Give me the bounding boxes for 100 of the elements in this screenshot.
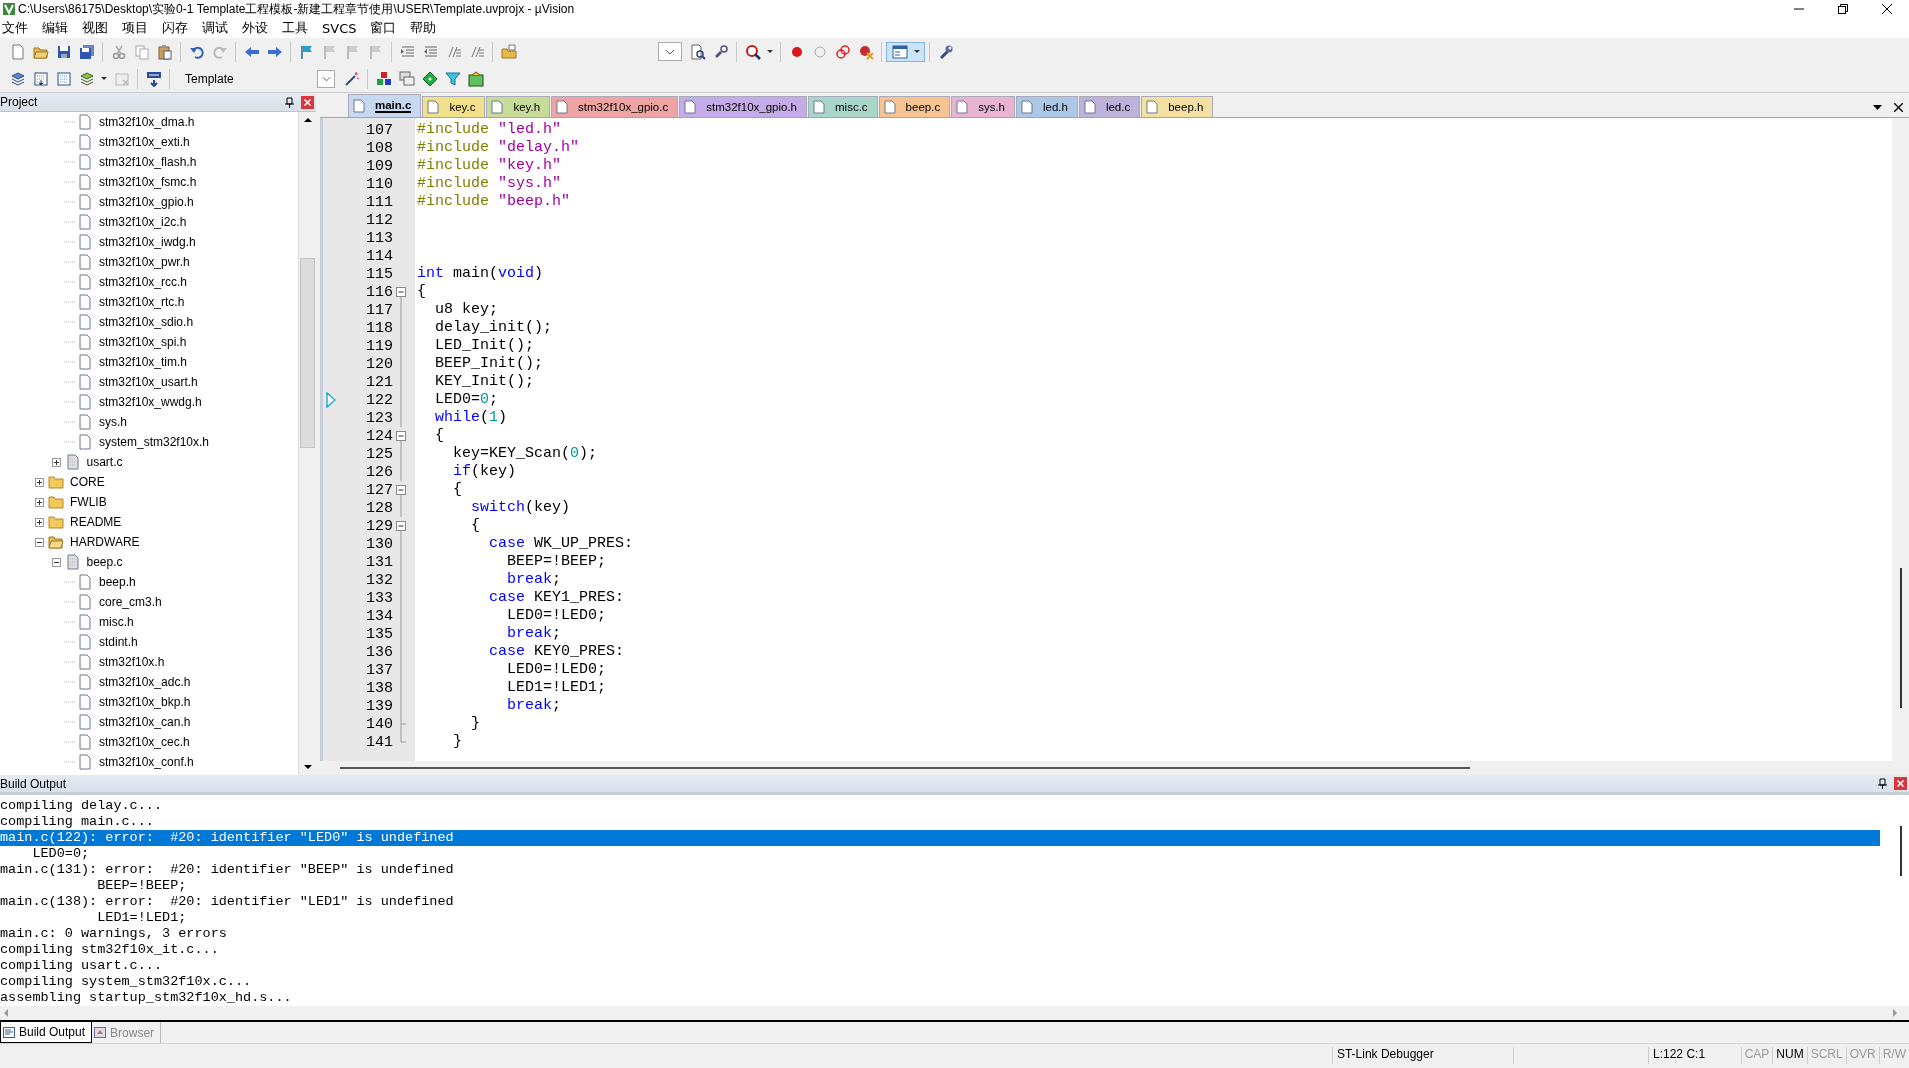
tree-item[interactable]: core_cm3.h [99,595,162,609]
tree-item[interactable]: stm32f10x.h [99,655,165,669]
menu-item[interactable]: SVCS [315,20,364,36]
panel-tab[interactable]: Build Output [0,1022,93,1043]
stack-icon[interactable] [78,70,95,87]
output-line[interactable]: compiling stm32f10x_it.c... [0,942,1880,958]
output-line[interactable]: LED1=!LED1; [0,910,1880,926]
pin-icon[interactable] [1877,778,1888,789]
scroll-thumb[interactable] [340,767,1470,769]
editor-tab[interactable]: beep.h [1141,96,1214,117]
translate-icon[interactable] [9,70,26,87]
output-line[interactable]: main.c(131): error: #20: identifier "BEEP" is undefined [0,862,1880,878]
tree-item[interactable]: system_stm32f10x.h [99,435,210,449]
tree-item[interactable]: stm32f10x_rtc.h [99,295,185,309]
expand-icon[interactable] [35,497,44,507]
tree-item[interactable]: stm32f10x_exti.h [99,135,190,149]
expand-icon[interactable] [35,477,44,487]
tree-item[interactable]: stm32f10x_rcc.h [99,275,188,289]
rebuild-icon[interactable] [55,70,72,87]
output-line[interactable]: compiling delay.c... [0,798,1880,814]
window-layout-button[interactable] [886,41,925,62]
save-icon[interactable] [55,43,72,60]
tree-item[interactable]: stm32f10x_i2c.h [99,215,187,229]
expand-icon[interactable] [35,517,44,527]
pin-icon[interactable] [284,96,295,108]
tree-item[interactable]: stm32f10x_dma.h [99,115,195,129]
close-icon[interactable] [1882,4,1892,14]
editor-tab[interactable]: stm32f10x_gpio.h [679,96,807,117]
menu-item[interactable]: 外设 [235,19,275,37]
magic-wand-icon[interactable] [343,70,360,87]
close-icon[interactable] [1894,102,1903,112]
menu-item[interactable]: 帮助 [403,19,444,37]
colored-blocks-icon[interactable] [375,70,392,87]
collapse-icon[interactable] [35,537,44,547]
tree-item[interactable]: stm32f10x_sdio.h [99,315,194,329]
tree-item[interactable]: sys.h [99,415,127,429]
tree-item[interactable]: stm32f10x_tim.h [99,355,188,369]
editor-tab[interactable]: misc.c [808,96,878,117]
wrench-icon[interactable] [937,43,954,60]
download-icon[interactable] [145,70,162,87]
menu-item[interactable]: 闪存 [155,19,195,37]
output-line[interactable]: assembling startup_stm32f10x_hd.s... [0,990,1880,1006]
scroll-thumb[interactable] [1899,826,1902,876]
tree-item[interactable]: HARDWARE [70,535,140,549]
menu-item[interactable]: 工具 [275,19,315,37]
menu-item[interactable]: 编辑 [35,19,75,37]
build-icon[interactable] [32,70,49,87]
tree-item[interactable]: README [70,515,122,529]
menu-item[interactable]: 文件 [0,19,35,37]
diamond-icon[interactable] [421,70,438,87]
tree-item[interactable]: stm32f10x_gpio.h [99,195,194,209]
collapse-icon[interactable] [51,557,61,567]
find-in-files-icon[interactable] [689,43,706,60]
editor-tab[interactable]: key.h [486,96,551,117]
tree-item[interactable]: stm32f10x_iwdg.h [99,235,196,249]
flag-icon[interactable] [298,43,315,60]
menu-item[interactable]: 调试 [195,19,235,37]
output-line[interactable]: main.c(138): error: #20: identifier "LED1" is undefined [0,894,1880,910]
tree-item[interactable]: misc.h [99,615,134,629]
vertical-scrollbar[interactable] [1892,118,1909,761]
tree-item[interactable]: FWLIB [70,495,107,509]
output-line[interactable]: compiling system_stm32f10x.c... [0,974,1880,990]
vertical-scrollbar[interactable] [298,112,316,775]
tree-item[interactable]: beep.c [86,555,123,569]
scroll-thumb[interactable] [300,258,315,448]
editor-tab[interactable]: key.c [422,96,486,117]
tree-item[interactable]: CORE [70,475,105,489]
restore-icon[interactable] [1838,4,1848,14]
menu-item[interactable]: 窗口 [363,19,404,37]
editor-tab[interactable]: main.c [348,94,422,117]
dropdown-icon[interactable] [1873,104,1882,110]
tree-item[interactable]: usart.c [86,455,123,469]
editor-tab[interactable]: stm32f10x_gpio.c [551,96,679,117]
funnel-icon[interactable] [444,70,461,87]
editor-tab[interactable]: led.c [1078,96,1141,117]
zoom-icon[interactable] [744,43,761,60]
scroll-thumb[interactable] [1899,568,1902,708]
output-line[interactable]: main.c: 0 warnings, 3 errors [0,926,1880,942]
tree-item[interactable]: stm32f10x_usart.h [99,375,198,389]
caret-icon[interactable] [767,50,773,53]
linked-rings-icon[interactable] [834,43,851,60]
tree-item[interactable]: stm32f10x_conf.h [99,755,194,769]
outdent-icon[interactable] [422,43,439,60]
tree-item[interactable]: stm32f10x_pwr.h [99,255,190,269]
tree-item[interactable]: stm32f10x_spi.h [99,335,187,349]
menu-item[interactable]: 项目 [115,19,155,37]
caret-icon[interactable] [914,50,920,53]
tree-item[interactable]: beep.h [99,575,136,589]
indent-icon[interactable] [399,43,416,60]
save-all-icon[interactable] [78,43,95,60]
editor-tab[interactable]: beep.c [878,96,951,117]
package-icon[interactable] [467,70,484,87]
paste-icon[interactable] [156,43,173,60]
tree-item[interactable]: stm32f10x_flash.h [99,155,197,169]
tree-item[interactable]: stm32f10x_adc.h [99,675,191,689]
tree-item[interactable]: stm32f10x_bkp.h [99,695,191,709]
output-line[interactable]: compiling usart.c... [0,958,1880,974]
menu-item[interactable]: 视图 [75,19,115,37]
tree-item[interactable]: stm32f10x_can.h [99,715,191,729]
tree-item[interactable]: stm32f10x_wwdg.h [99,395,202,409]
